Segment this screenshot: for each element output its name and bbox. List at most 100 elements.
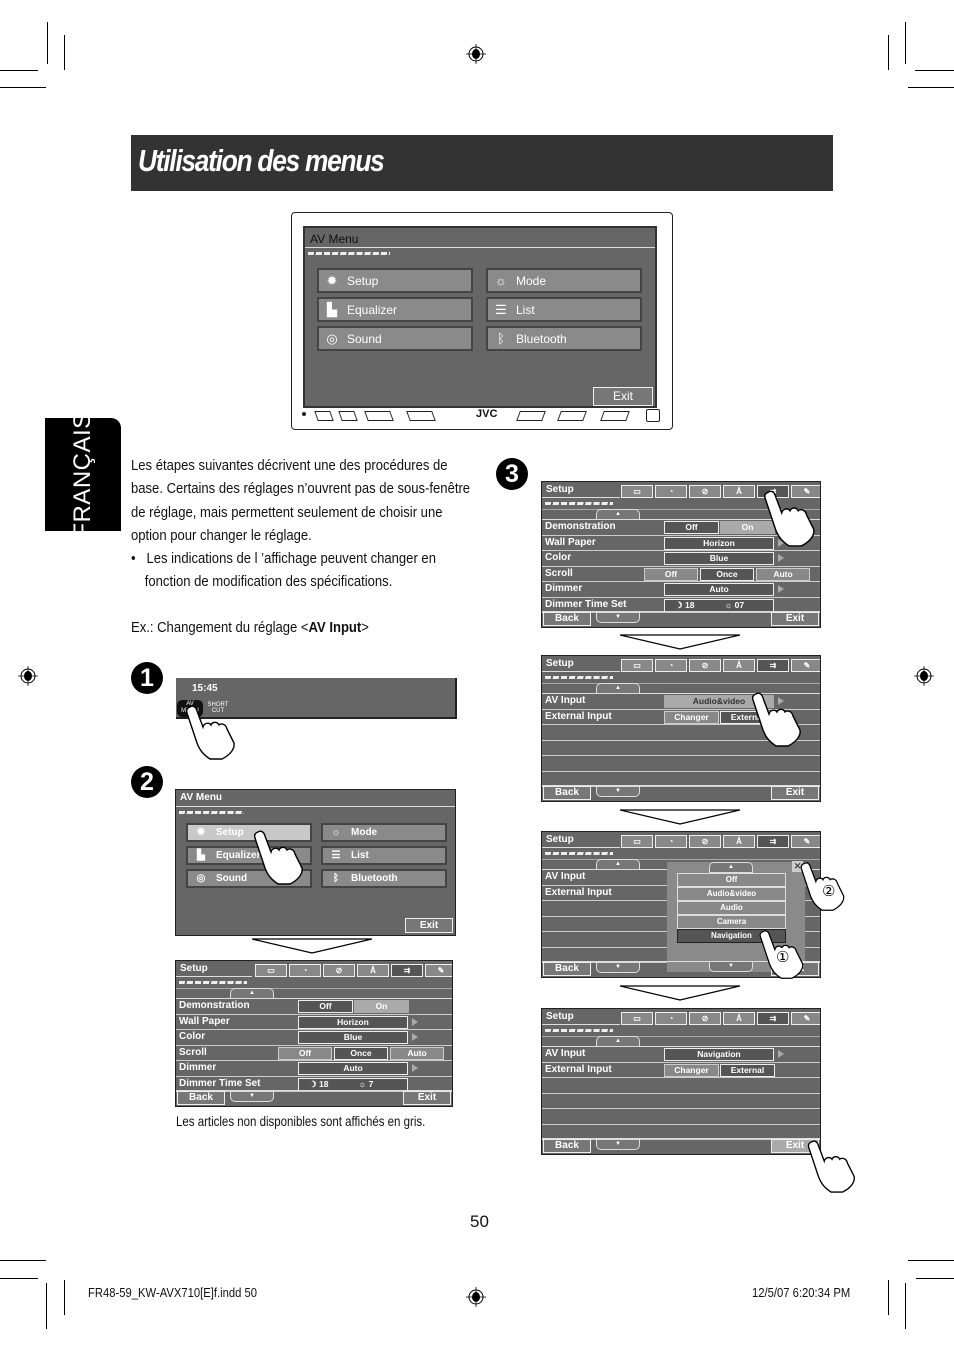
display-tab-icon[interactable]: ▭: [621, 659, 653, 672]
menu-item-list[interactable]: ☰ List: [321, 846, 447, 865]
setting-value[interactable]: Blue: [298, 1031, 408, 1044]
wrench-tab-icon[interactable]: ✎: [791, 659, 820, 672]
exit-button[interactable]: Exit: [771, 612, 819, 626]
option-external[interactable]: External: [720, 1063, 775, 1077]
device-square-button[interactable]: [646, 409, 660, 422]
menu-item-bluetooth[interactable]: ᛒ Bluetooth: [321, 869, 447, 888]
chevron-right-icon[interactable]: [412, 1033, 418, 1041]
disc-tab-icon[interactable]: ⊘: [689, 659, 721, 672]
popup-scroll-down-button[interactable]: ▼: [709, 961, 753, 972]
option-auto[interactable]: Auto: [756, 567, 810, 581]
input-tab-icon[interactable]: ⇉: [757, 835, 789, 848]
option-off[interactable]: Off: [298, 1000, 353, 1013]
antenna-tab-icon[interactable]: Å: [723, 1012, 755, 1025]
setting-value[interactable]: Horizon: [298, 1015, 408, 1029]
wrench-tab-icon[interactable]: ✎: [791, 835, 820, 848]
setup-screen-step2: Setup ▭ ◔ ⊘ Å ⇉ ✎ ▲ Demonstration Off On Wall Paper…: [175, 960, 453, 1107]
option-once[interactable]: Once: [700, 567, 754, 581]
chevron-right-icon[interactable]: [778, 585, 784, 593]
setting-label: Wall Paper: [179, 1015, 230, 1027]
exit-button[interactable]: Exit: [405, 918, 453, 933]
option-changer[interactable]: Changer: [664, 1063, 719, 1077]
chevron-right-icon[interactable]: [412, 1017, 418, 1026]
device-button-source[interactable]: [364, 411, 394, 421]
antenna-tab-icon[interactable]: Å: [357, 964, 389, 977]
device-button-av-menu[interactable]: [314, 411, 334, 421]
scroll-down-button[interactable]: ▼: [596, 1139, 640, 1150]
scroll-down-button[interactable]: ▼: [596, 612, 640, 623]
display-tab-icon[interactable]: ▭: [255, 964, 287, 977]
input-tab-icon[interactable]: ⇉: [391, 964, 423, 977]
antenna-tab-icon[interactable]: Å: [723, 485, 755, 498]
back-button[interactable]: Back: [177, 1091, 225, 1105]
device-button-disp[interactable]: [338, 411, 358, 421]
popup-scroll-up-button[interactable]: ▲: [709, 862, 753, 873]
display-tab-icon[interactable]: ▭: [621, 1012, 653, 1025]
antenna-tab-icon[interactable]: Å: [723, 835, 755, 848]
antenna-tab-icon[interactable]: Å: [723, 659, 755, 672]
device-button-skip[interactable]: [406, 411, 436, 421]
back-button[interactable]: Back: [543, 612, 591, 626]
menu-item-equalizer[interactable]: ▙ Equalizer: [317, 297, 473, 322]
option-off[interactable]: Off: [278, 1046, 332, 1060]
option-off[interactable]: Off: [664, 521, 719, 534]
setting-value[interactable]: Horizon: [664, 536, 774, 550]
back-button[interactable]: Back: [543, 962, 591, 976]
chevron-right-icon[interactable]: [412, 1064, 418, 1072]
clock-tab-icon[interactable]: ◔: [655, 659, 687, 672]
option-changer[interactable]: Changer: [664, 710, 719, 724]
clock-tab-icon[interactable]: ◔: [655, 485, 687, 498]
device-button-minus[interactable]: [516, 411, 546, 421]
menu-item-setup[interactable]: ✹ Setup: [317, 268, 473, 293]
option-on[interactable]: On: [354, 1000, 409, 1013]
exit-button[interactable]: Exit: [593, 387, 653, 406]
exit-button[interactable]: Exit: [403, 1091, 451, 1105]
chevron-right-icon[interactable]: [778, 1050, 784, 1058]
device-button-plus[interactable]: [557, 411, 587, 421]
mode-icon: ☼: [331, 827, 341, 838]
dimmer-time-value[interactable]: ☽ 18 ☼ 07: [664, 598, 774, 612]
scroll-down-button[interactable]: ▼: [596, 962, 640, 973]
exit-button[interactable]: Exit: [771, 786, 819, 800]
popup-option[interactable]: Camera: [677, 915, 786, 929]
popup-option[interactable]: Audio: [677, 901, 786, 915]
wrench-tab-icon[interactable]: ✎: [425, 964, 452, 977]
sun-icon: ☼: [358, 1078, 369, 1089]
clock-tab-icon[interactable]: ◔: [655, 835, 687, 848]
setting-value[interactable]: Auto: [298, 1062, 408, 1075]
screen-title: Setup: [546, 658, 574, 669]
option-off[interactable]: Off: [644, 567, 698, 581]
wrench-tab-icon[interactable]: ✎: [791, 1012, 820, 1025]
reset-button[interactable]: [302, 412, 306, 416]
clock-tab-icon[interactable]: ◔: [289, 964, 321, 977]
back-button[interactable]: Back: [543, 1139, 591, 1153]
input-tab-icon[interactable]: ⇉: [757, 659, 789, 672]
display-tab-icon[interactable]: ▭: [621, 835, 653, 848]
disc-tab-icon[interactable]: ⊘: [689, 835, 721, 848]
disc-tab-icon[interactable]: ⊘: [323, 964, 355, 977]
disc-tab-icon[interactable]: ⊘: [689, 1012, 721, 1025]
popup-option[interactable]: Off: [677, 873, 786, 887]
option-once[interactable]: Once: [334, 1046, 388, 1060]
menu-item-bluetooth[interactable]: ᛒ Bluetooth: [486, 326, 642, 351]
av-input-value[interactable]: Navigation: [664, 1048, 774, 1061]
menu-item-sound[interactable]: ◎ Sound: [317, 326, 473, 351]
input-tab-icon[interactable]: ⇉: [757, 1012, 789, 1025]
chevron-right-icon[interactable]: [778, 554, 784, 562]
option-auto[interactable]: Auto: [390, 1046, 444, 1060]
setting-value[interactable]: Auto: [664, 583, 774, 596]
clock-tab-icon[interactable]: ◔: [655, 1012, 687, 1025]
display-tab-icon[interactable]: ▭: [621, 485, 653, 498]
disc-tab-icon[interactable]: ⊘: [689, 485, 721, 498]
setting-value[interactable]: Blue: [664, 552, 774, 565]
dimmer-time-value[interactable]: ☽ 18 ☼ 7: [298, 1077, 408, 1091]
popup-option[interactable]: Audio&video: [677, 887, 786, 901]
menu-item-mode[interactable]: ☼ Mode: [321, 823, 447, 842]
back-button[interactable]: Back: [543, 786, 591, 800]
menu-item-mode[interactable]: ☼ Mode: [486, 268, 642, 293]
intro-text: Les étapes suivantes décrivent une des p…: [131, 454, 471, 594]
menu-item-list[interactable]: ☰ List: [486, 297, 642, 322]
scroll-down-button[interactable]: ▼: [596, 786, 640, 797]
device-button-open[interactable]: [600, 411, 630, 421]
scroll-down-button[interactable]: ▼: [230, 1091, 274, 1102]
